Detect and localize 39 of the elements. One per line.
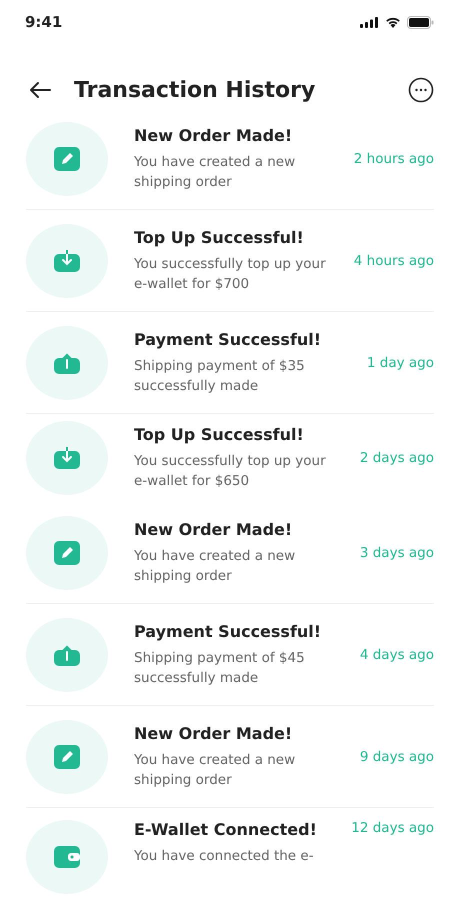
transaction-title: New Order Made!	[134, 520, 294, 538]
transaction-time: 2 hours ago	[354, 150, 434, 166]
transaction-description: Shipping payment of $35 successfully made	[134, 356, 306, 396]
transaction-time: 2 days ago	[360, 450, 434, 466]
pencil-icon	[54, 744, 80, 768]
more-button[interactable]	[408, 77, 434, 103]
transaction-title: Top Up Successful!	[134, 425, 305, 444]
status-time: 9:41	[25, 13, 62, 31]
pencil-icon	[54, 146, 80, 170]
transaction-description: You have connected the e-	[134, 847, 315, 866]
back-button[interactable]	[28, 81, 52, 99]
pencil-icon	[54, 540, 80, 564]
transaction-description: You have created a new shipping order	[134, 152, 296, 192]
transaction-time: 9 days ago	[360, 748, 434, 764]
transaction-description: Shipping payment of $45 successfully made	[134, 648, 306, 688]
wifi-icon	[385, 16, 401, 28]
upload-icon	[54, 644, 80, 666]
transaction-time: 3 days ago	[360, 544, 434, 560]
transaction-time: 4 days ago	[360, 646, 434, 662]
transaction-time: 1 day ago	[366, 354, 434, 370]
transaction-description: You have created a new shipping order	[134, 750, 296, 790]
transaction-time: 4 hours ago	[354, 252, 434, 268]
transaction-title: New Order Made!	[134, 724, 294, 742]
battery-icon	[407, 16, 434, 28]
page-title: Transaction History	[74, 78, 316, 102]
transaction-title: E-Wallet Connected!	[134, 820, 318, 839]
download-icon	[54, 250, 80, 272]
download-icon	[54, 447, 80, 469]
upload-icon	[54, 352, 80, 374]
signal-icon	[360, 16, 379, 28]
transaction-description: You successfully top up your e-wallet for $700	[134, 254, 327, 294]
transaction-title: New Order Made!	[134, 126, 294, 144]
wallet-icon	[54, 846, 80, 868]
transaction-time: 12 days ago	[351, 820, 434, 836]
transaction-description: You successfully top up your e-wallet for $650	[134, 452, 327, 491]
transaction-title: Payment Successful!	[134, 330, 322, 348]
transaction-description: You have created a new shipping order	[134, 546, 296, 586]
transaction-title: Payment Successful!	[134, 622, 322, 640]
transaction-title: Top Up Successful!	[134, 228, 305, 246]
